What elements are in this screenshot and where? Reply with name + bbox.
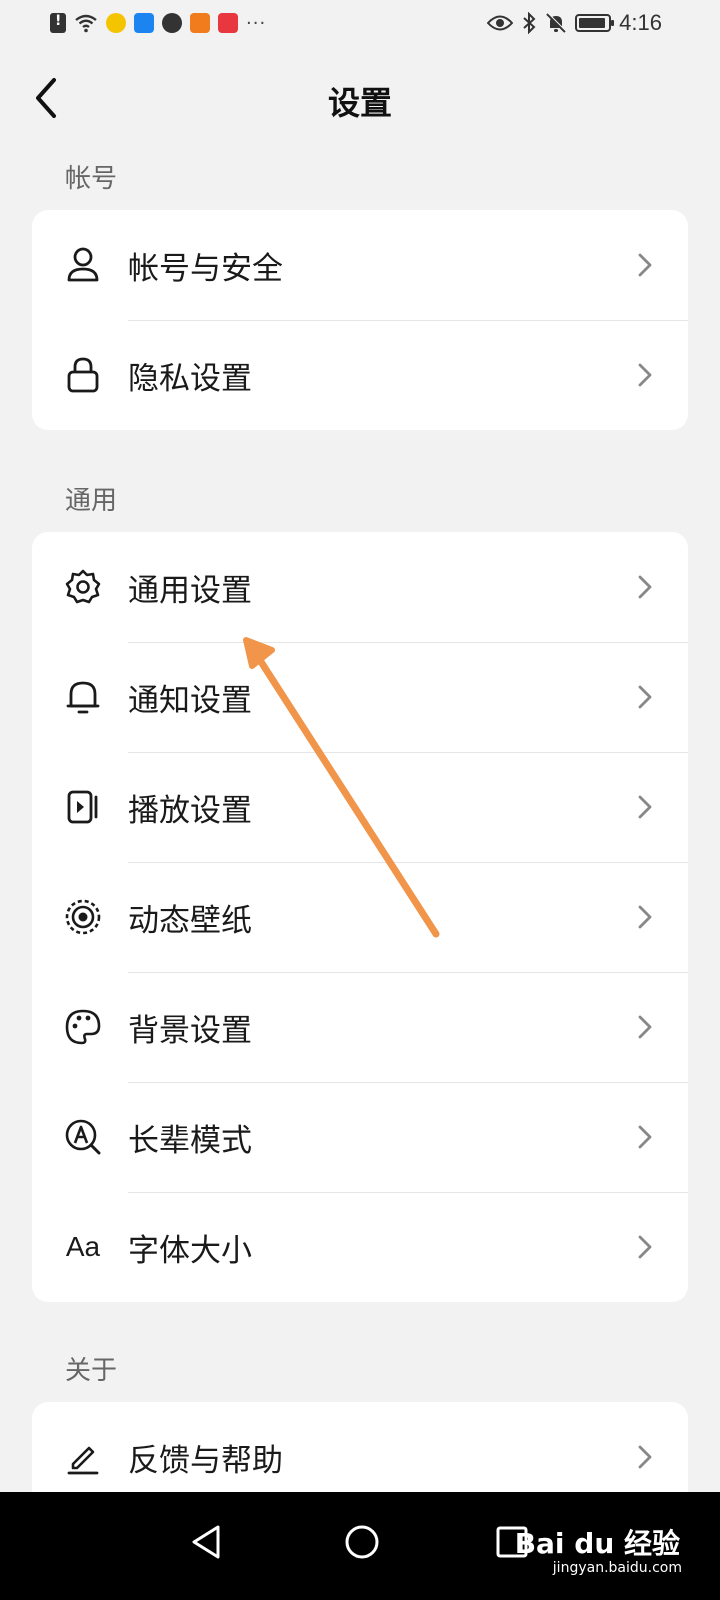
row-general-settings[interactable]: 通用设置 [32, 532, 688, 642]
watermark-brand: Bai du 经验 [514, 1527, 680, 1560]
more-notifications-icon: ··· [246, 12, 267, 34]
play-app-icon [190, 13, 210, 33]
row-label: 帐号与安全 [128, 250, 283, 287]
play-icon [64, 787, 102, 827]
nav-back-icon[interactable] [188, 1522, 224, 1562]
status-right: 4:16 [487, 10, 662, 36]
section-label-account: 帐号 [65, 164, 118, 194]
row-label: 动态壁纸 [128, 902, 252, 939]
navigation-bar: Bai du 经验 jingyan.baidu.com [0, 1492, 720, 1600]
row-label: 隐私设置 [128, 360, 252, 397]
palette-icon [64, 1007, 102, 1047]
row-privacy[interactable]: 隐私设置 [32, 320, 688, 430]
row-label: 背景设置 [128, 1012, 252, 1049]
row-background-settings[interactable]: 背景设置 [32, 972, 688, 1082]
chevron-right-icon [638, 795, 652, 819]
cloud-icon [134, 13, 154, 33]
elder-mode-icon [64, 1117, 102, 1157]
header: 设置 [0, 60, 720, 140]
font-size-icon: Aa [64, 1227, 102, 1267]
battery-icon [575, 14, 615, 32]
lock-icon [64, 355, 102, 395]
chevron-right-icon [638, 905, 652, 929]
bell-icon [64, 677, 102, 717]
status-bar: ··· 4:16 [0, 0, 720, 46]
alert-icon [50, 13, 66, 33]
row-font-size[interactable]: Aa 字体大小 [32, 1192, 688, 1302]
card-account: 帐号与安全 隐私设置 [32, 210, 688, 430]
nav-home-icon[interactable] [342, 1522, 382, 1562]
row-account-security[interactable]: 帐号与安全 [32, 210, 688, 320]
watermark-url: jingyan.baidu.com [552, 1560, 682, 1576]
gear-icon [64, 567, 102, 607]
row-label: 反馈与帮助 [128, 1442, 283, 1479]
weibo-icon [106, 13, 126, 33]
user-icon [64, 245, 102, 285]
font-size-icon-text: Aa [65, 1231, 101, 1262]
red-app-icon [218, 13, 238, 33]
section-label-general: 通用 [65, 486, 118, 516]
chevron-right-icon [638, 253, 652, 277]
section-label-about: 关于 [65, 1356, 118, 1386]
status-left: ··· [50, 13, 266, 34]
wallpaper-icon [64, 897, 102, 937]
page-title: 设置 [327, 84, 392, 122]
row-playback-settings[interactable]: 播放设置 [32, 752, 688, 862]
row-live-wallpaper[interactable]: 动态壁纸 [32, 862, 688, 972]
card-general: 通用设置 通知设置 播放设置 动态壁纸 背景设置 长辈模式 Aa 字体大小 [32, 532, 688, 1302]
chevron-right-icon [638, 1125, 652, 1149]
edit-icon [64, 1437, 102, 1477]
ball-icon [162, 13, 182, 33]
chevron-right-icon [638, 363, 652, 387]
bell-off-icon [546, 12, 567, 33]
row-notification-settings[interactable]: 通知设置 [32, 642, 688, 752]
row-label: 通用设置 [128, 572, 252, 609]
row-label: 通知设置 [128, 682, 252, 719]
chevron-right-icon [638, 1445, 652, 1469]
bluetooth-icon [523, 12, 536, 34]
row-elder-mode[interactable]: 长辈模式 [32, 1082, 688, 1192]
row-label: 长辈模式 [128, 1122, 252, 1159]
chevron-right-icon [638, 575, 652, 599]
row-label: 字体大小 [128, 1232, 252, 1269]
wifi-icon [75, 14, 97, 33]
chevron-right-icon [638, 1015, 652, 1039]
eye-icon [487, 15, 514, 31]
status-time: 4:16 [619, 10, 662, 35]
row-label: 播放设置 [128, 792, 252, 829]
chevron-right-icon [638, 685, 652, 709]
chevron-right-icon [638, 1235, 652, 1259]
